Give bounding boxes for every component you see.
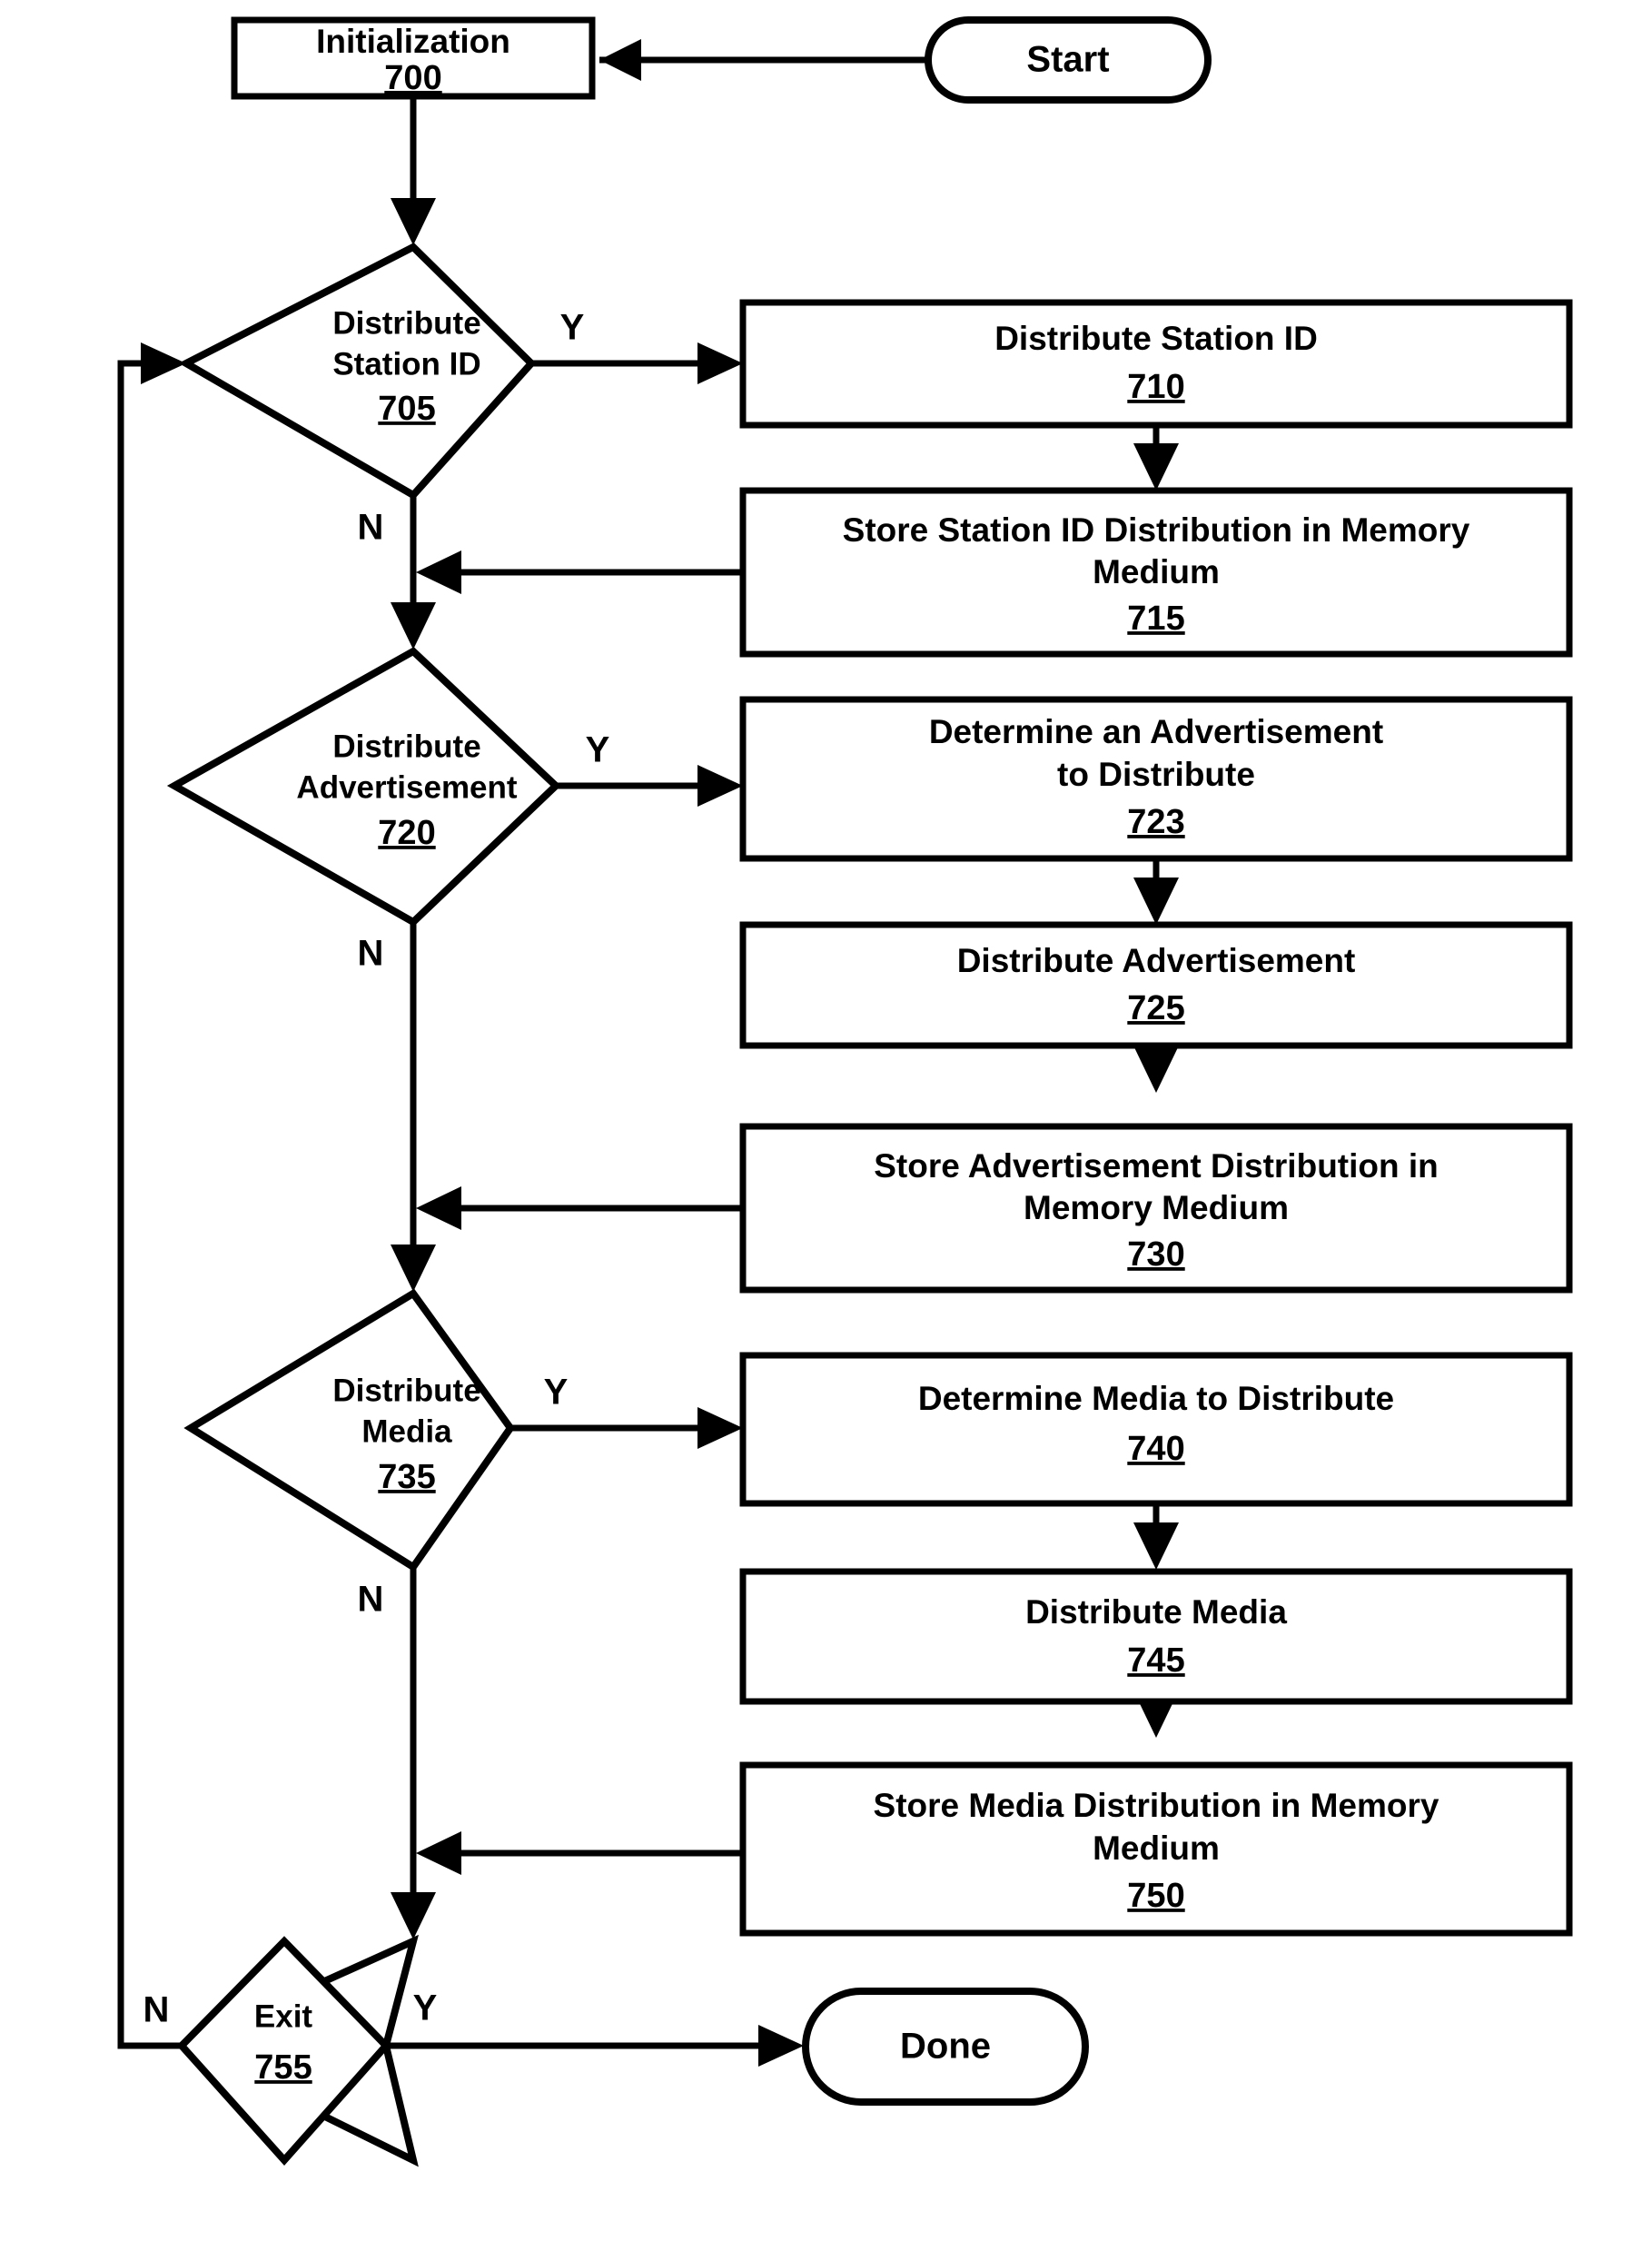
process-723-label-line1: Determine an Advertisement (929, 713, 1383, 750)
decision-705-label-line2: Station ID (332, 346, 480, 382)
decision-735-shape (183, 1288, 515, 1572)
decision-735-label-line1: Distribute (332, 1373, 480, 1408)
decision-705-no-label: N (358, 508, 384, 548)
arrowhead-icon (1133, 878, 1179, 925)
decision-705-ref: 705 (378, 390, 435, 428)
node-process-750[interactable]: Store Media Distribution in Memory Mediu… (739, 1761, 1573, 1937)
arrowhead-icon (391, 198, 436, 245)
connector-start-to-init (599, 39, 926, 81)
decision-735-yes-label: Y (544, 1373, 569, 1413)
node-decision-720[interactable]: Distribute Advertisement 720 Y N (166, 647, 610, 974)
process-710-label: Distribute Station ID (994, 320, 1318, 357)
process-725-ref: 725 (1127, 989, 1184, 1027)
arrowhead-icon (416, 1831, 461, 1875)
node-process-725[interactable]: Distribute Advertisement 725 (739, 921, 1573, 1049)
decision-720-ref: 720 (378, 814, 435, 852)
decision-735-ref: 735 (378, 1458, 435, 1496)
process-750-ref: 750 (1127, 1877, 1184, 1915)
decision-755-yes-label: Y (413, 1988, 438, 2028)
done-label: Done (900, 2027, 991, 2067)
process-730-label-line2: Memory Medium (1024, 1189, 1289, 1226)
arrowhead-icon (391, 1892, 436, 1939)
connector-d705-yes-to-p710 (531, 342, 743, 384)
process-730-ref: 730 (1127, 1235, 1184, 1274)
arrowhead-icon (697, 342, 743, 384)
node-process-730[interactable]: Store Advertisement Distribution in Memo… (739, 1123, 1573, 1294)
decision-720-label-line1: Distribute (332, 729, 480, 764)
node-process-740[interactable]: Determine Media to Distribute 740 (739, 1352, 1573, 1507)
decision-705-yes-label: Y (560, 308, 585, 348)
node-process-745[interactable]: Distribute Media 745 (739, 1568, 1573, 1705)
process-715-label-line2: Medium (1093, 553, 1220, 590)
arrowhead-icon (697, 1407, 743, 1449)
process-740-label: Determine Media to Distribute (918, 1380, 1394, 1417)
decision-720-no-label: N (358, 934, 384, 974)
flowchart-canvas: Start Initialization 700 Distribute Stat… (0, 0, 1652, 2261)
node-process-715[interactable]: Store Station ID Distribution in Memory … (739, 487, 1573, 658)
connector-d720-no-to-d735 (391, 922, 436, 1292)
process-710-ref: 710 (1127, 368, 1184, 406)
start-label: Start (1026, 40, 1109, 80)
process-750-label-line1: Store Media Distribution in Memory (874, 1787, 1439, 1824)
flowchart-svg: Start Initialization 700 Distribute Stat… (117, 16, 1573, 2167)
connector-d755-no-feedback-loop (117, 342, 186, 2049)
node-decision-755[interactable]: Exit 755 Y N (143, 1934, 438, 2167)
decision-735-no-label: N (358, 1580, 384, 1620)
process-740-ref: 740 (1127, 1430, 1184, 1468)
connector-p715-to-spine (416, 550, 743, 594)
process-745-shape (739, 1568, 1573, 1705)
arrowhead-icon (416, 1186, 461, 1230)
process-725-label: Distribute Advertisement (957, 942, 1356, 979)
node-decision-705[interactable]: Distribute Station ID 705 Y N (178, 243, 585, 548)
decision-755-label: Exit (254, 1998, 313, 2034)
node-start[interactable]: Start (925, 16, 1212, 104)
process-723-ref: 723 (1127, 803, 1184, 841)
connector-init-to-d705 (391, 95, 436, 245)
node-decision-735[interactable]: Distribute Media 735 Y N (183, 1288, 569, 1620)
initialization-ref: 700 (384, 59, 441, 97)
connector-p750-to-spine (416, 1831, 743, 1875)
arrowhead-icon (391, 602, 436, 650)
process-715-ref: 715 (1127, 600, 1184, 638)
connector-d735-yes-to-p740 (510, 1407, 743, 1449)
connector-p710-to-p715 (1133, 425, 1179, 491)
arrowhead-icon (758, 2025, 804, 2067)
node-process-710[interactable]: Distribute Station ID 710 (739, 299, 1573, 429)
process-750-label-line2: Medium (1093, 1830, 1220, 1867)
arrowhead-icon (599, 39, 641, 81)
connector-p723-to-p725 (1133, 858, 1179, 925)
arrowhead-icon (416, 550, 461, 594)
decision-720-yes-label: Y (586, 730, 610, 770)
process-745-ref: 745 (1127, 1641, 1184, 1680)
decision-755-no-label: N (143, 1990, 170, 2030)
connector-d755-yes-to-done (386, 2025, 804, 2067)
node-process-723[interactable]: Determine an Advertisement to Distribute… (739, 696, 1573, 862)
arrowhead-icon (1133, 1046, 1179, 1093)
connector-p730-to-spine (416, 1186, 743, 1230)
connector-p740-to-p745 (1133, 1503, 1179, 1570)
connector-d735-no-to-d755 (391, 1567, 436, 1939)
connector-d720-yes-to-p723 (556, 765, 743, 807)
process-723-label-line2: to Distribute (1057, 756, 1255, 793)
initialization-label: Initialization (316, 23, 510, 60)
decision-720-label-line2: Advertisement (296, 769, 517, 805)
decision-705-label-line1: Distribute (332, 305, 480, 341)
arrowhead-icon (697, 765, 743, 807)
node-initialization-700[interactable]: Initialization 700 (231, 16, 596, 100)
process-715-label-line1: Store Station ID Distribution in Memory (843, 511, 1470, 549)
decision-755-ref: 755 (254, 2048, 312, 2087)
arrowhead-icon (1133, 443, 1179, 491)
arrowhead-icon (391, 1245, 436, 1292)
arrowhead-icon (1133, 1522, 1179, 1570)
process-745-label: Distribute Media (1025, 1593, 1287, 1631)
decision-735-label-line2: Media (361, 1413, 452, 1449)
node-done[interactable]: Done (802, 1988, 1089, 2106)
process-730-label-line1: Store Advertisement Distribution in (874, 1147, 1439, 1185)
